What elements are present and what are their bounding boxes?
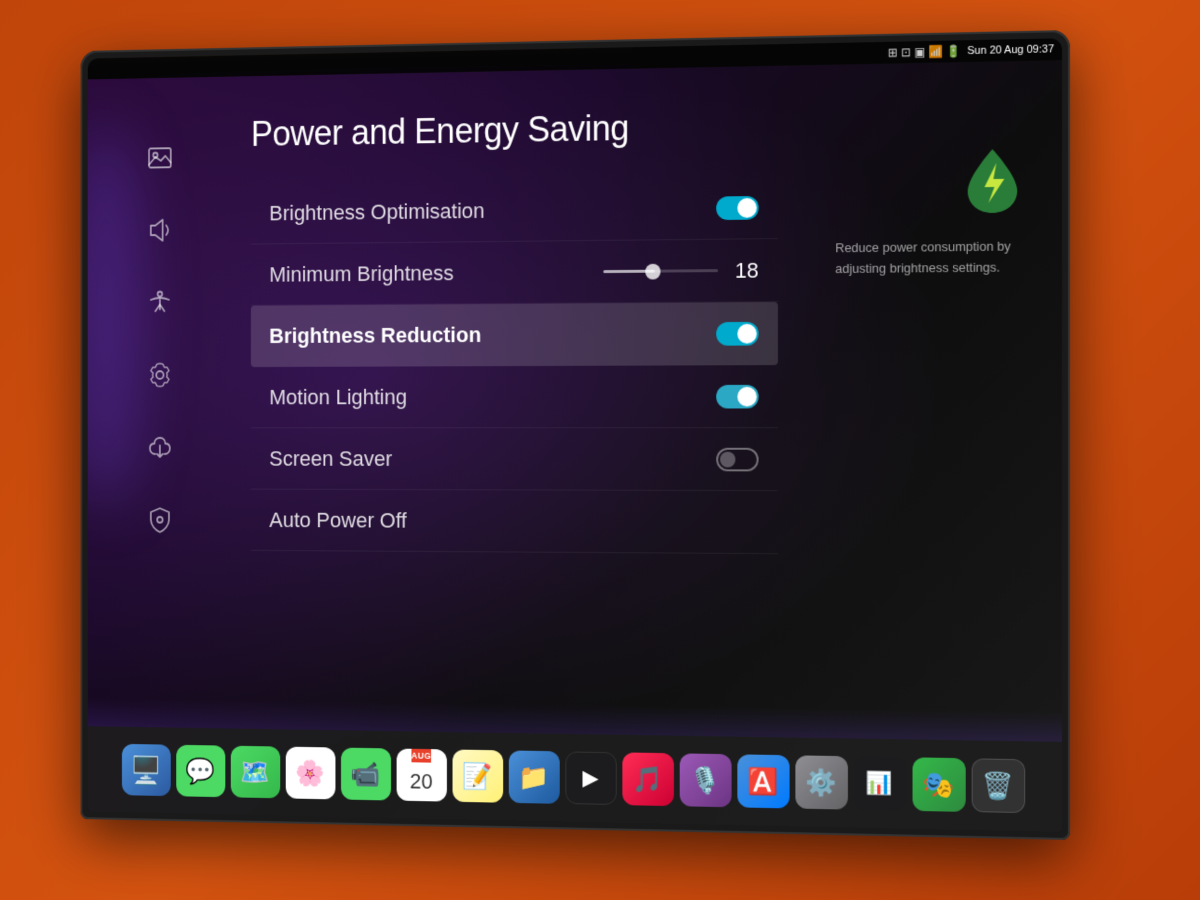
settings-icon [146,361,173,390]
dock-item-preview[interactable]: 📊 [853,756,906,810]
setting-label-motion-lighting: Motion Lighting [269,384,407,409]
sidebar-item-settings[interactable] [138,352,181,398]
sidebar-item-security[interactable] [138,497,181,543]
setting-brightness-optimisation[interactable]: Brightness Optimisation [251,176,778,245]
files-icon: 📁 [519,762,550,793]
shield-icon [146,505,173,534]
monitor-screen: ⊞ ⊡ ▣ 📶 🔋 Sun 20 Aug 09:37 HDMI [88,38,1062,832]
setting-label-minimum-brightness: Minimum Brightness [269,260,453,287]
sidebar-item-accessibility[interactable] [138,280,181,326]
menubar-time: Sun 20 Aug 09:37 [967,43,1054,57]
toggle-screen-saver[interactable] [716,447,758,471]
maps-icon: 🗺️ [240,757,270,787]
dock-item-files[interactable]: 📁 [508,750,559,803]
dock-item-maps[interactable]: 🗺️ [230,746,279,799]
toggle-brightness-reduction[interactable] [716,322,758,346]
appstore-icon: 🅰️ [747,766,778,797]
notes-icon: 📝 [462,761,492,792]
dock-item-sysprefs[interactable]: ⚙️ [795,755,848,809]
support-icon [146,433,173,462]
tv-content: Power and Energy Saving Brightness Optim… [88,60,1062,832]
dock-item-music[interactable]: 🎵 [622,752,674,806]
setting-minimum-brightness[interactable]: Minimum Brightness 18 [251,239,778,306]
finder-icon: 🖥️ [130,754,162,786]
facetime-icon: 📹 [351,759,381,789]
setting-motion-lighting[interactable]: Motion Lighting [251,365,778,428]
sysprefs-icon: ⚙️ [805,767,836,798]
setting-brightness-reduction[interactable]: Brightness Reduction [251,302,778,367]
dock-item-calendar[interactable]: AUG 20 [396,749,446,802]
dock-item-appstore[interactable]: 🅰️ [737,754,789,808]
extra-icon: 🎭 [923,769,955,800]
info-description: Reduce power consumption by adjusting br… [835,236,1032,279]
setting-label-screen-saver: Screen Saver [269,446,392,471]
dock-item-trash[interactable]: 🗑️ [971,758,1025,813]
slider-value-brightness: 18 [730,257,759,283]
music-icon: 🎵 [632,764,663,795]
dock-item-finder[interactable]: 🖥️ [121,744,170,796]
sidebar [88,76,233,814]
dock-item-podcasts[interactable]: 🎙️ [679,753,731,807]
appletv-icon: ▶ [582,765,598,791]
dock-item-extra[interactable]: 🎭 [912,757,965,812]
energy-icon [953,141,1032,222]
monitor-bezel: ⊞ ⊡ ▣ 📶 🔋 Sun 20 Aug 09:37 HDMI [81,30,1070,840]
menubar-right: ⊞ ⊡ ▣ 📶 🔋 Sun 20 Aug 09:37 [888,42,1054,59]
setting-auto-power-off[interactable]: Auto Power Off [251,490,778,555]
dock-item-notes[interactable]: 📝 [452,749,503,802]
sidebar-item-picture[interactable] [138,135,181,181]
accessibility-icon [146,288,173,317]
toggle-motion-lighting[interactable] [716,384,758,408]
dock-item-facetime[interactable]: 📹 [341,748,391,801]
setting-label-auto-power-off: Auto Power Off [269,507,406,533]
setting-label-brightness-optimisation: Brightness Optimisation [269,198,484,226]
messages-icon: 💬 [186,756,215,786]
macos-dock: 🖥️ 💬 🗺️ 🌸 📹 AUG 20 [88,726,1062,832]
dock-item-appletv[interactable]: ▶ [565,751,616,805]
dock-item-messages[interactable]: 💬 [176,745,225,797]
sidebar-item-support[interactable] [138,425,181,471]
photos-icon: 🌸 [295,758,325,788]
dock-item-photos[interactable]: 🌸 [285,747,335,800]
settings-list: Brightness Optimisation Minimum Brightne… [251,176,778,554]
slider-container-brightness[interactable]: 18 [603,257,758,284]
info-panel: Reduce power consumption by adjusting br… [835,141,1032,280]
calendar-month: AUG [411,749,431,763]
calendar-day: 20 [410,762,433,801]
slider-track-brightness[interactable] [603,269,718,273]
trash-icon: 🗑️ [982,770,1014,801]
toggle-brightness-optimisation[interactable] [716,195,758,219]
picture-icon [146,143,173,172]
slider-thumb-brightness[interactable] [645,263,660,279]
setting-screen-saver[interactable]: Screen Saver [251,428,778,491]
setting-label-brightness-reduction: Brightness Reduction [269,323,481,349]
podcasts-icon: 🎙️ [690,765,721,796]
preview-icon: 📊 [866,770,893,796]
sound-icon [146,216,173,245]
sidebar-item-sound[interactable] [138,207,181,253]
menubar-icons: ⊞ ⊡ ▣ 📶 🔋 [888,44,961,59]
